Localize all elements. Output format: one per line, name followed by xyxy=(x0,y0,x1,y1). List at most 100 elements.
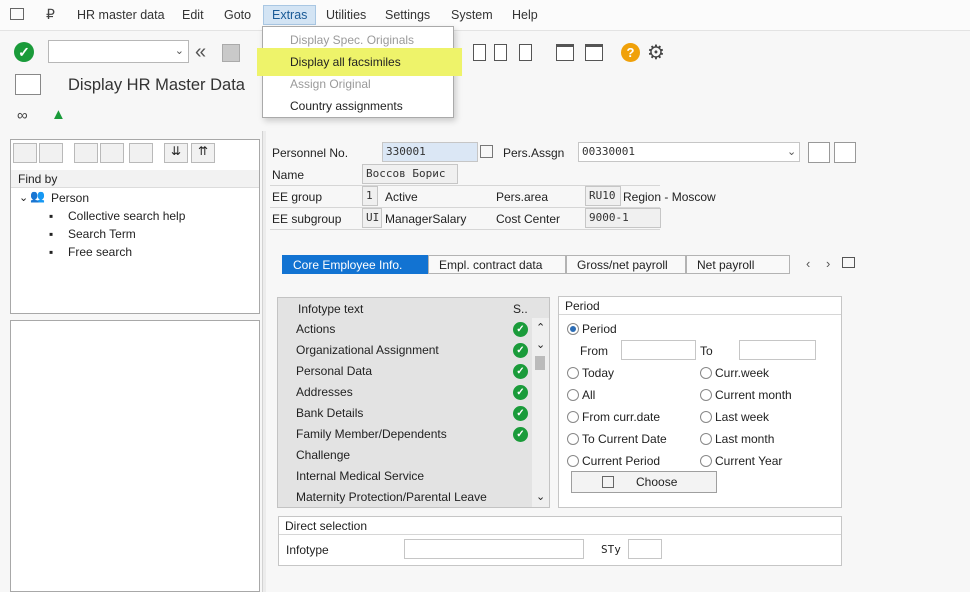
pers-assgn-select[interactable]: 00330001 xyxy=(578,142,800,162)
page-up-icon[interactable] xyxy=(473,44,486,61)
radio-label: To Current Date xyxy=(582,432,667,446)
menu-item-assign-original[interactable]: Assign Original xyxy=(290,77,371,91)
table-row[interactable]: Actions xyxy=(296,319,527,339)
tab-net-payroll[interactable]: Net payroll xyxy=(686,255,790,274)
tree-item-free-search[interactable]: Free search xyxy=(68,245,132,259)
radio-current-year[interactable] xyxy=(700,455,712,467)
radio-today[interactable] xyxy=(567,367,579,379)
tree-item-search-term[interactable]: Search Term xyxy=(68,227,136,241)
table-row[interactable]: Addresses xyxy=(296,382,527,402)
personnel-no-field[interactable]: 330001 xyxy=(382,142,478,162)
menu-settings[interactable]: Settings xyxy=(385,8,430,22)
tab-list-icon[interactable] xyxy=(842,257,855,268)
table-row[interactable]: Bank Details xyxy=(296,403,527,423)
menu-goto[interactable]: Goto xyxy=(224,8,251,22)
radio-label: Curr.week xyxy=(715,366,770,380)
menu-extras[interactable]: Extras xyxy=(263,5,317,25)
menu-item-display-spec-originals[interactable]: Display Spec. Originals xyxy=(290,33,414,47)
ee-subgroup-label: EE subgroup xyxy=(272,212,342,226)
menu-exit-icon[interactable] xyxy=(10,8,24,20)
nav-forward-button[interactable] xyxy=(39,143,63,163)
binoculars-icon: ▪ xyxy=(49,209,54,223)
table-row[interactable]: Maternity Protection/Parental Leave xyxy=(296,487,527,507)
scroll-down-icon[interactable]: ⌄ xyxy=(536,338,545,351)
chevron-down-icon[interactable]: ⌄ xyxy=(787,145,796,158)
table-row[interactable]: Personal Data xyxy=(296,361,527,381)
infotype-input[interactable] xyxy=(404,539,584,559)
binoculars-icon: ▪ xyxy=(49,245,54,259)
back-arrows-icon[interactable]: « xyxy=(195,41,206,64)
nav-back-button[interactable] xyxy=(13,143,37,163)
radio-current-month[interactable] xyxy=(700,389,712,401)
scroll-bottom-icon[interactable]: ⌄ xyxy=(536,490,545,503)
tree-item-collective-search[interactable]: Collective search help xyxy=(68,209,185,223)
pers-area-label: Pers.area xyxy=(496,190,549,204)
choose-button[interactable]: Choose xyxy=(571,471,717,493)
expand-all-button[interactable]: ⇈ xyxy=(191,143,215,163)
menu-item-display-all-facsimiles[interactable]: Display all facsimiles xyxy=(290,55,401,69)
create-session-icon[interactable] xyxy=(556,44,574,61)
tab-core-employee-info[interactable]: Core Employee Info. xyxy=(282,255,428,274)
help-icon[interactable]: ? xyxy=(621,43,640,62)
radio-label: Last month xyxy=(715,432,775,446)
enter-check-icon[interactable]: ✓ xyxy=(14,42,34,62)
sty-input[interactable] xyxy=(628,539,662,559)
radio-label: Current Year xyxy=(715,454,783,468)
table-row[interactable]: Family Member/Dependents xyxy=(296,424,527,444)
check-icon: ✓ xyxy=(513,406,528,421)
splitter[interactable] xyxy=(262,131,266,592)
menu-utilities[interactable]: Utilities xyxy=(326,8,366,22)
tab-scroll-left-icon[interactable]: ‹ xyxy=(806,256,810,271)
find-by-label: Find by xyxy=(18,172,58,186)
command-field[interactable]: ⌄ xyxy=(48,40,189,63)
radio-period[interactable] xyxy=(567,323,579,335)
radio-from-curr-date[interactable] xyxy=(567,411,579,423)
tree-expand-icon[interactable]: ⌄ xyxy=(19,191,28,204)
chevron-down-icon[interactable]: ⌄ xyxy=(175,44,184,57)
page-last-icon[interactable] xyxy=(519,44,532,61)
add-favorite-button[interactable] xyxy=(74,143,98,163)
radio-last-week[interactable] xyxy=(700,411,712,423)
menu-item-country-assignments[interactable]: Country assignments xyxy=(290,99,403,113)
menu-system[interactable]: System xyxy=(451,8,493,22)
org-structure-icon[interactable] xyxy=(808,142,830,163)
from-date-input[interactable] xyxy=(621,340,696,360)
tab-gross-net-payroll[interactable]: Gross/net payroll xyxy=(566,255,686,274)
hit-list-panel xyxy=(10,320,260,592)
radio-label: Today xyxy=(582,366,615,380)
shortcut-icon[interactable] xyxy=(585,44,603,61)
tab-empl-contract-data[interactable]: Empl. contract data xyxy=(428,255,566,274)
copy-icon[interactable] xyxy=(480,145,493,158)
tree-item-person[interactable]: Person xyxy=(51,191,89,205)
pers-area-text: Region - Moscow xyxy=(623,190,716,204)
collapse-all-button[interactable]: ⇊ xyxy=(164,143,188,163)
remove-favorite-button[interactable] xyxy=(129,143,153,163)
scroll-thumb[interactable] xyxy=(535,356,545,370)
radio-curr-week[interactable] xyxy=(700,367,712,379)
mountain-icon[interactable]: ▲ xyxy=(51,106,66,123)
table-scrollbar[interactable]: ⌃ ⌄ ⌄ xyxy=(532,318,549,507)
menu-toggle-icon[interactable] xyxy=(15,74,41,95)
menu-help[interactable]: Help xyxy=(512,8,538,22)
page-down-icon[interactable] xyxy=(494,44,507,61)
radio-last-month[interactable] xyxy=(700,433,712,445)
scroll-up-icon[interactable]: ⌃ xyxy=(536,321,545,334)
table-row[interactable]: Challenge xyxy=(296,445,527,465)
favorites-button[interactable] xyxy=(100,143,124,163)
table-row[interactable]: Organizational Assignment xyxy=(296,340,527,360)
check-icon: ✓ xyxy=(513,322,528,337)
menu-edit[interactable]: Edit xyxy=(182,8,204,22)
infotype-text: Challenge xyxy=(296,448,351,462)
menu-hr-master-data[interactable]: HR master data xyxy=(77,8,165,22)
to-date-input[interactable] xyxy=(739,340,816,360)
glasses-icon[interactable]: ∞ xyxy=(17,107,28,124)
radio-all[interactable] xyxy=(567,389,579,401)
gear-icon[interactable]: ⚙ xyxy=(647,40,665,65)
tab-scroll-right-icon[interactable]: › xyxy=(826,256,830,271)
person-card-icon[interactable] xyxy=(834,142,856,163)
menu-p-icon[interactable]: ₽ xyxy=(46,6,55,23)
radio-current-period[interactable] xyxy=(567,455,579,467)
table-row[interactable]: Internal Medical Service xyxy=(296,466,527,486)
save-icon[interactable] xyxy=(222,44,240,62)
radio-to-current-date[interactable] xyxy=(567,433,579,445)
